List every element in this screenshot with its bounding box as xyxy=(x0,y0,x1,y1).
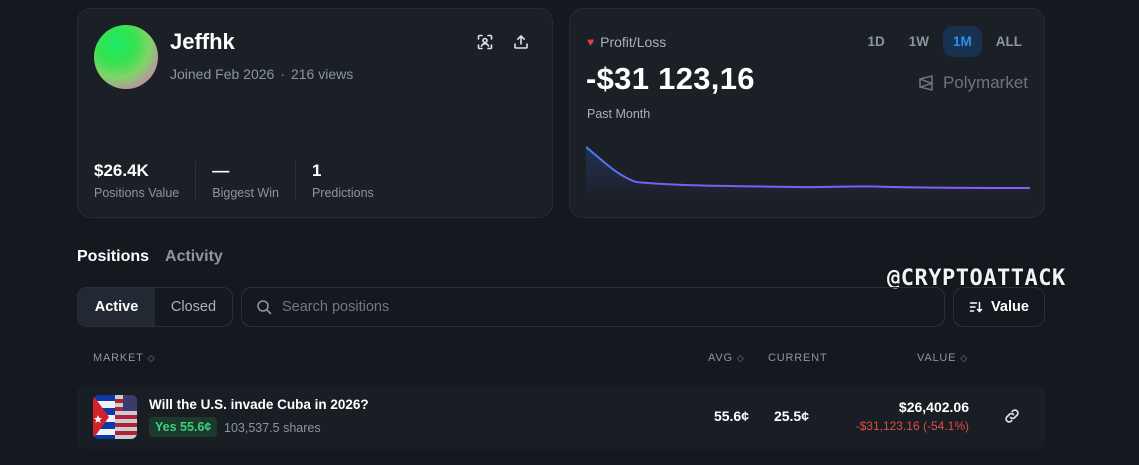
share-button[interactable] xyxy=(510,31,532,53)
position-value: $26,402.06 xyxy=(898,399,969,415)
segment-active[interactable]: Active xyxy=(78,288,155,326)
range-tab-all[interactable]: ALL xyxy=(986,26,1032,57)
pnl-chart-line xyxy=(586,146,1030,189)
header-current: CURRENT xyxy=(768,352,827,364)
polymarket-logo-icon xyxy=(919,75,933,91)
status-segmented-control: Active Closed xyxy=(77,287,233,327)
view-count: 216 views xyxy=(290,66,354,82)
section-tabs: Positions Activity xyxy=(77,248,223,266)
header-value[interactable]: VALUE ◇ xyxy=(917,352,968,364)
pnl-card: ♥ Profit/Loss -$31 123,16 Past Month 1D … xyxy=(569,8,1045,218)
stat-value: 1 xyxy=(311,161,322,180)
header-market[interactable]: MARKET ◇ xyxy=(93,352,155,364)
segment-closed[interactable]: Closed xyxy=(155,288,232,326)
stat-label: Biggest Win xyxy=(212,186,279,200)
outcome-badge: Yes 55.6¢ xyxy=(149,417,218,437)
sort-button[interactable]: Value xyxy=(953,287,1045,327)
profile-meta: Joined Feb 2026 · 216 views xyxy=(170,66,353,82)
stat-positions-value: $26.4K Positions Value xyxy=(94,161,197,200)
pnl-chart xyxy=(586,146,1030,201)
header-avg-label: AVG xyxy=(708,352,733,364)
search-input[interactable] xyxy=(282,299,882,315)
stat-predictions: 1 Predictions xyxy=(312,161,390,200)
table-row[interactable]: Will the U.S. invade Cuba in 2026? Yes 5… xyxy=(77,385,1045,449)
pnl-chart-area xyxy=(586,147,1030,201)
search-icon xyxy=(257,300,272,315)
range-tab-1w[interactable]: 1W xyxy=(899,26,939,57)
header-value-label: VALUE xyxy=(917,352,957,364)
tab-activity[interactable]: Activity xyxy=(165,248,223,266)
flags-image xyxy=(93,395,137,439)
market-thumbnail xyxy=(93,395,137,439)
sort-arrows-icon: ◇ xyxy=(960,352,968,363)
range-tab-1d[interactable]: 1D xyxy=(857,26,894,57)
scan-icon xyxy=(477,34,493,50)
link-button[interactable] xyxy=(1003,407,1021,425)
stat-value: $26.4K xyxy=(94,161,149,180)
pnl-value: -$31 123,16 xyxy=(586,61,755,96)
joined-date: Joined Feb 2026 xyxy=(170,66,275,82)
brand-name: Polymarket xyxy=(942,73,1028,92)
polymarket-brand: Polymarket xyxy=(917,73,1028,93)
stat-label: Predictions xyxy=(311,186,374,200)
sort-arrows-icon: ◇ xyxy=(736,352,745,363)
link-icon xyxy=(1005,409,1019,423)
header-market-label: MARKET xyxy=(93,352,144,364)
avg-price: 55.6¢ xyxy=(713,408,749,424)
upload-icon xyxy=(514,35,528,49)
header-current-label: CURRENT xyxy=(768,352,828,364)
stat-label: Positions Value xyxy=(94,186,180,200)
share-count: 103,537.5 shares xyxy=(224,421,321,435)
range-tabs: 1D 1W 1M ALL xyxy=(857,26,1032,57)
pnl-label-text: Profit/Loss xyxy=(600,34,667,50)
range-tab-1m[interactable]: 1M xyxy=(942,26,982,57)
heart-icon: ♥ xyxy=(587,35,595,49)
position-pnl: -$31,123.16 (-54.1%) xyxy=(855,419,969,433)
pnl-label: ♥ Profit/Loss xyxy=(587,34,666,50)
tab-positions[interactable]: Positions xyxy=(77,248,149,266)
username: Jeffhk xyxy=(170,29,235,54)
sort-label: Value xyxy=(991,299,1029,315)
sort-arrows-icon: ◇ xyxy=(147,352,156,363)
scan-button[interactable] xyxy=(474,31,496,53)
stat-biggest-win: — Biggest Win xyxy=(212,161,296,200)
profile-stats: $26.4K Positions Value — Biggest Win 1 P… xyxy=(94,161,406,200)
market-title[interactable]: Will the U.S. invade Cuba in 2026? xyxy=(149,397,369,412)
current-price: 25.5¢ xyxy=(773,408,809,424)
header-avg[interactable]: AVG ◇ xyxy=(708,352,745,364)
meta-separator: · xyxy=(280,66,285,82)
search-box xyxy=(241,287,945,327)
sort-icon xyxy=(969,301,983,313)
profile-card: Jeffhk Joined Feb 2026 · 216 views $26.4K … xyxy=(77,8,553,218)
stat-value: — xyxy=(212,161,230,180)
avatar xyxy=(94,25,158,89)
pnl-period: Past Month xyxy=(587,107,651,121)
